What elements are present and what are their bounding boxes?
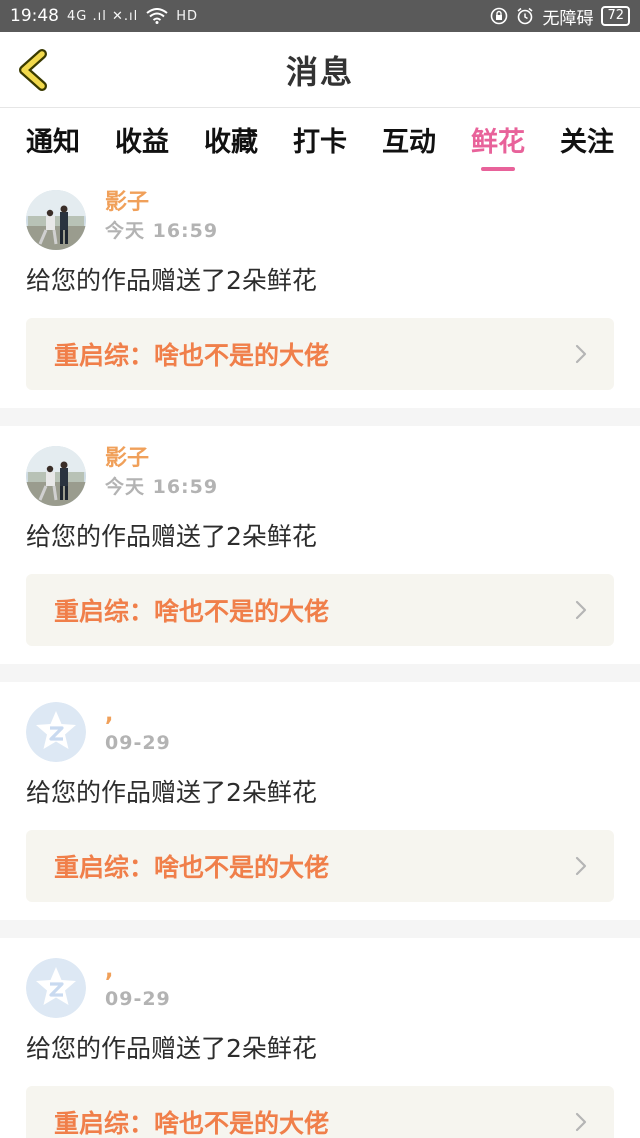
battery-icon: 72	[601, 6, 630, 26]
notification-list: 影子 今天 16:59 给您的作品赠送了2朵鲜花 重启综：啥也不是的大佬 影子 …	[0, 170, 640, 1138]
work-link[interactable]: 重启综：啥也不是的大佬	[26, 830, 614, 902]
work-link[interactable]: 重启综：啥也不是的大佬	[26, 574, 614, 646]
work-title: 重启综：啥也不是的大佬	[54, 597, 330, 626]
chevron-left-icon	[19, 49, 47, 91]
active-tab-indicator	[481, 167, 515, 171]
notification-card: , 09-29 给您的作品赠送了2朵鲜花 重启综：啥也不是的大佬	[0, 682, 640, 920]
wifi-icon	[146, 8, 168, 24]
tab-label: 收藏	[204, 127, 258, 158]
card-separator	[0, 920, 640, 938]
timestamp: 今天 16:59	[105, 476, 219, 498]
tab-follow[interactable]: 关注	[560, 116, 614, 159]
status-bar-left: 19:48 4G .ıl ✕.ıl HD	[10, 6, 198, 26]
lock-rotation-icon	[491, 7, 508, 25]
username[interactable]: ,	[105, 700, 171, 730]
qq-default-avatar-icon	[26, 702, 86, 762]
avatar[interactable]	[26, 958, 86, 1018]
notification-card: 影子 今天 16:59 给您的作品赠送了2朵鲜花 重启综：啥也不是的大佬	[0, 426, 640, 664]
alarm-icon	[517, 7, 533, 25]
page-title: 消息	[285, 52, 354, 91]
chevron-right-icon	[575, 600, 587, 620]
photo-avatar-icon	[26, 446, 86, 506]
work-title: 重启综：啥也不是的大佬	[54, 853, 330, 882]
work-title: 重启综：啥也不是的大佬	[54, 1109, 330, 1138]
tab-label: 收益	[115, 127, 169, 158]
notification-message: 给您的作品赠送了2朵鲜花	[26, 522, 317, 551]
tab-earnings[interactable]: 收益	[115, 116, 169, 159]
timestamp: 09-29	[105, 988, 171, 1010]
notification-message: 给您的作品赠送了2朵鲜花	[26, 266, 317, 295]
chevron-right-icon	[575, 344, 587, 364]
status-time: 19:48	[10, 6, 59, 26]
card-header: , 09-29	[26, 700, 614, 762]
card-header: 影子 今天 16:59	[26, 444, 614, 506]
notification-card: , 09-29 给您的作品赠送了2朵鲜花 重启综：啥也不是的大佬	[0, 938, 640, 1138]
card-padding	[26, 390, 614, 408]
hd-icon: HD	[176, 8, 199, 24]
card-meta: 影子 今天 16:59	[105, 444, 218, 500]
username[interactable]: 影子	[105, 188, 218, 218]
accessibility-label: 无障碍	[542, 8, 594, 29]
card-separator	[0, 664, 640, 682]
header: 消息	[0, 32, 640, 108]
tab-label: 通知	[26, 127, 80, 158]
username[interactable]: 影子	[105, 444, 218, 474]
card-header: 影子 今天 16:59	[26, 188, 614, 250]
qq-default-avatar-icon	[26, 958, 86, 1018]
avatar[interactable]	[26, 190, 86, 250]
notification-message: 给您的作品赠送了2朵鲜花	[26, 1034, 317, 1063]
avatar[interactable]	[26, 702, 86, 762]
photo-avatar-icon	[26, 190, 86, 250]
chevron-right-icon	[575, 1112, 587, 1132]
timestamp: 09-29	[105, 732, 171, 754]
chevron-right-icon	[575, 856, 587, 876]
tab-favorites[interactable]: 收藏	[204, 116, 258, 159]
card-separator	[0, 408, 640, 426]
tab-interaction[interactable]: 互动	[382, 116, 436, 159]
card-header: , 09-29	[26, 956, 614, 1018]
card-meta: , 09-29	[105, 700, 171, 756]
card-padding	[26, 646, 614, 664]
tab-notice[interactable]: 通知	[26, 116, 80, 159]
tab-label: 鲜花	[471, 127, 525, 158]
tab-bar: 通知 收益 收藏 打卡 互动 鲜花 关注	[0, 108, 640, 171]
tab-label: 互动	[382, 127, 436, 158]
tab-label: 打卡	[293, 127, 347, 158]
work-link[interactable]: 重启综：啥也不是的大佬	[26, 318, 614, 390]
work-title: 重启综：啥也不是的大佬	[54, 341, 330, 370]
card-padding	[26, 902, 614, 920]
status-bar-right: 无障碍 72	[490, 4, 630, 29]
notification-card: 影子 今天 16:59 给您的作品赠送了2朵鲜花 重启综：啥也不是的大佬	[0, 170, 640, 408]
tab-label: 关注	[560, 127, 614, 158]
username[interactable]: ,	[105, 956, 171, 986]
notification-message: 给您的作品赠送了2朵鲜花	[26, 778, 317, 807]
signal-icon: 4G .ıl ✕.ıl	[67, 8, 139, 24]
timestamp: 今天 16:59	[105, 220, 219, 242]
work-link[interactable]: 重启综：啥也不是的大佬	[26, 1086, 614, 1138]
back-button[interactable]	[14, 48, 54, 92]
tab-flowers[interactable]: 鲜花	[471, 116, 525, 171]
avatar[interactable]	[26, 446, 86, 506]
card-meta: 影子 今天 16:59	[105, 188, 218, 244]
tab-checkin[interactable]: 打卡	[293, 116, 347, 159]
card-meta: , 09-29	[105, 956, 171, 1012]
status-bar: 19:48 4G .ıl ✕.ıl HD 无障碍 72	[0, 0, 640, 32]
